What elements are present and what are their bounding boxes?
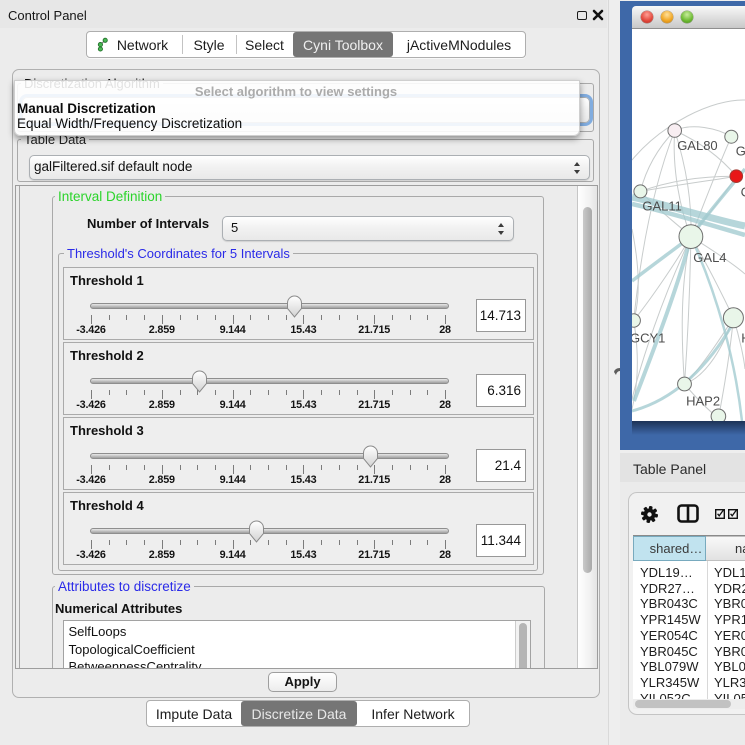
- svg-text:GAL80: GAL80: [677, 138, 717, 153]
- svg-text:GAL4: GAL4: [693, 250, 726, 265]
- svg-text:GA: GA: [736, 144, 745, 159]
- svg-text:GAL11: GAL11: [642, 199, 682, 214]
- svg-text:HAP2: HAP2: [686, 394, 720, 409]
- svg-text:C: C: [741, 185, 745, 200]
- svg-text:GCY1: GCY1: [632, 331, 665, 346]
- svg-text:H: H: [741, 331, 745, 346]
